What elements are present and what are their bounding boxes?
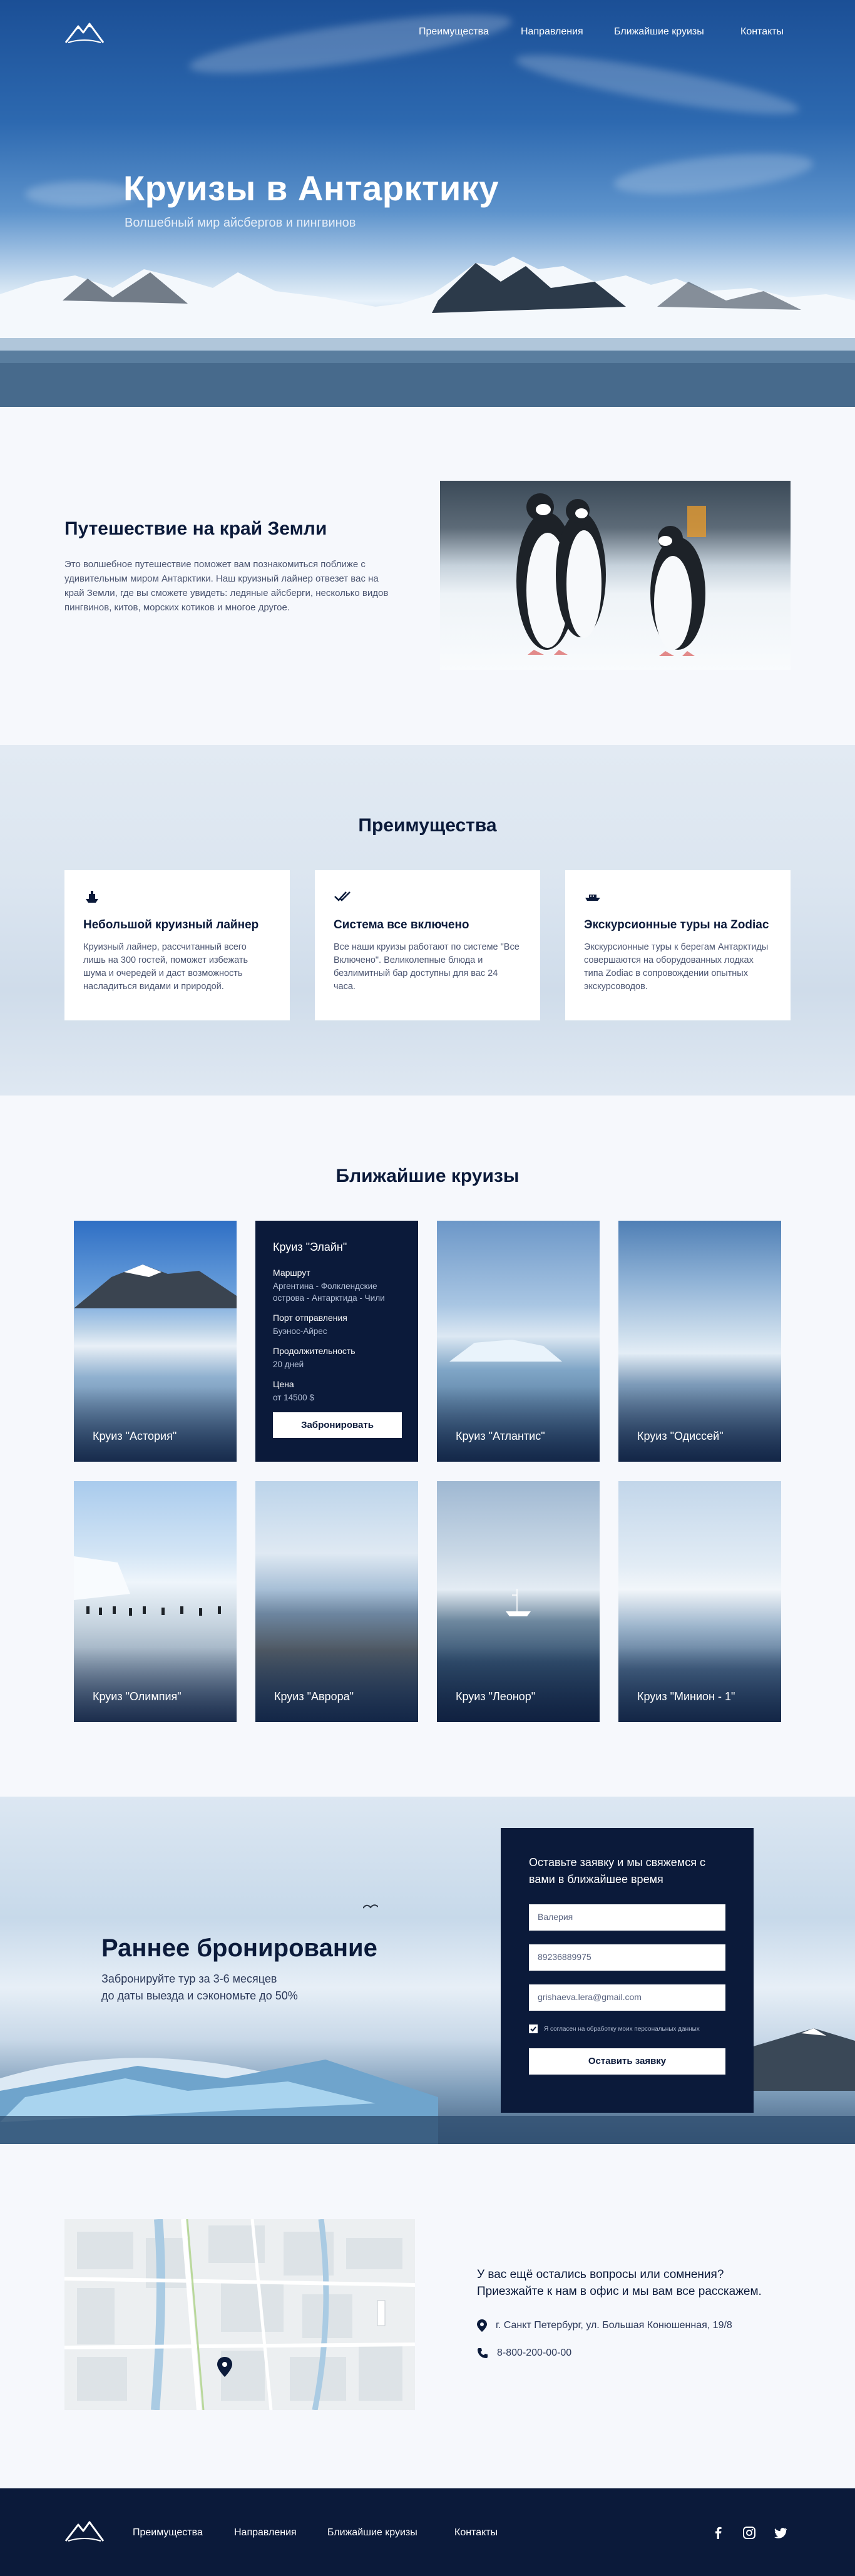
- cruise-tile-name: Круиз "Леонор": [456, 1690, 536, 1703]
- cruise-tile-name: Круиз "Одиссей": [637, 1430, 724, 1442]
- address-text: г. Санкт Петербург, ул. Большая Конюшенн…: [496, 2320, 732, 2331]
- advantage-card: Экскурсионные туры на Zodiac Экскурсионн…: [565, 870, 791, 1020]
- book-button[interactable]: Забронировать: [273, 1412, 402, 1438]
- cruise-tile[interactable]: Круиз "Одиссей": [618, 1221, 781, 1462]
- facebook-icon[interactable]: [712, 2526, 725, 2540]
- advantage-card-text: Круизный лайнер, рассчитанный всего лишь…: [83, 942, 248, 992]
- advantage-card-text: Экскурсионные туры к берегам Антарктиды …: [584, 942, 769, 992]
- cruise-tile[interactable]: Круиз "Атлантис": [437, 1221, 600, 1462]
- advantage-card: Система все включено Все наши круизы раб…: [315, 870, 540, 1020]
- submit-button[interactable]: Оставить заявку: [529, 2048, 725, 2075]
- nav-advantages[interactable]: Преимущества: [419, 26, 489, 38]
- phone-icon: [478, 2348, 488, 2358]
- consent-label: Я согласен на обработку моих персональны…: [544, 2025, 700, 2033]
- name-field[interactable]: Валерия: [529, 1904, 725, 1931]
- advantage-card-title: Экскурсионные туры на Zodiac: [584, 918, 769, 931]
- location-pin-icon: [477, 2319, 487, 2332]
- intro-text: Это волшебное путешествие поможет вам по…: [64, 559, 389, 613]
- logo-icon[interactable]: [64, 20, 105, 45]
- route-label: Маршрут: [273, 1268, 310, 1278]
- instagram-icon[interactable]: [742, 2526, 756, 2540]
- cruise-tile[interactable]: Круиз "Олимпия": [74, 1481, 237, 1722]
- consent-checkbox[interactable]: [529, 2024, 538, 2033]
- advantage-card-title: Небольшой круизный лайнер: [83, 918, 259, 931]
- email-field[interactable]: grishaeva.lera@gmail.com: [529, 1984, 725, 2011]
- ship-icon: [86, 891, 98, 903]
- nav-upcoming-cruises[interactable]: Ближайшие круизы: [614, 26, 704, 38]
- address-row: г. Санкт Петербург, ул. Большая Конюшенн…: [477, 2319, 732, 2332]
- phone-row[interactable]: 8-800-200-00-00: [477, 2348, 571, 2359]
- contact-question: У вас ещё остались вопросы или сомнения?…: [477, 2268, 762, 2298]
- bird-icon: [363, 1904, 378, 1909]
- map[interactable]: [64, 2219, 415, 2410]
- check-icon: [530, 2026, 536, 2032]
- intro-title: Путешествие на край Земли: [64, 518, 327, 539]
- double-check-icon: [334, 891, 351, 901]
- advantages-title: Преимущества: [358, 815, 497, 836]
- phone-field[interactable]: 89236889975: [529, 1944, 725, 1971]
- price-value: от 14500 $: [273, 1393, 314, 1402]
- cruise-tile-name: Круиз "Аврора": [274, 1690, 354, 1703]
- hero-subtitle: Волшебный мир айсбергов и пингвинов: [125, 216, 356, 230]
- early-booking-title: Раннее бронирование: [101, 1934, 377, 1962]
- nav-directions[interactable]: Направления: [521, 26, 583, 38]
- boat-icon: [585, 895, 600, 901]
- footer-nav-contacts[interactable]: Контакты: [454, 2527, 498, 2538]
- port-value: Буэнос-Айрес: [273, 1326, 327, 1336]
- cruise-tile[interactable]: Круиз "Астория": [74, 1221, 237, 1462]
- advantage-card-title: Система все включено: [334, 918, 469, 931]
- cruises-title: Ближайшие круизы: [335, 1166, 520, 1186]
- cruise-tile-name: Круиз "Астория": [93, 1430, 177, 1442]
- early-booking-subtitle: Забронируйте тур за 3-6 месяцев до даты …: [101, 1973, 298, 2002]
- hero-title: Круизы в Антарктику: [123, 168, 499, 208]
- cruise-tile[interactable]: Круиз "Минион - 1": [618, 1481, 781, 1722]
- price-label: Цена: [273, 1379, 294, 1389]
- footer-logo-icon[interactable]: [64, 2518, 105, 2543]
- footer: Преимущества Направления Ближайшие круиз…: [0, 2488, 855, 2576]
- cruise-tile-name: Круиз "Олимпия": [93, 1690, 182, 1703]
- port-label: Порт отправления: [273, 1313, 347, 1323]
- cruise-tile[interactable]: Круиз "Леонор": [437, 1481, 600, 1722]
- request-form: Оставьте заявку и мы свяжемся с вами в б…: [501, 1828, 754, 2113]
- form-title: Оставьте заявку и мы свяжемся с вами в б…: [529, 1856, 705, 1886]
- penguins-image: [440, 481, 791, 670]
- cruise-tile-name: Круиз "Минион - 1": [637, 1690, 735, 1703]
- nav-contacts[interactable]: Контакты: [740, 26, 784, 38]
- consent-checkbox-row[interactable]: Я согласен на обработку моих персональны…: [529, 2024, 725, 2033]
- advantage-card: Небольшой круизный лайнер Круизный лайне…: [64, 870, 290, 1020]
- mountains-image: [0, 257, 855, 407]
- route-value: Аргентина - Фолклендские острова - Антар…: [273, 1281, 385, 1303]
- twitter-icon[interactable]: [774, 2526, 787, 2540]
- featured-cruise-title: Круиз "Элайн": [273, 1241, 347, 1253]
- footer-nav-advantages[interactable]: Преимущества: [133, 2527, 203, 2538]
- cruise-tile[interactable]: Круиз "Аврора": [255, 1481, 418, 1722]
- cruise-tile-name: Круиз "Атлантис": [456, 1430, 545, 1442]
- duration-label: Продолжительность: [273, 1346, 356, 1356]
- footer-nav-upcoming-cruises[interactable]: Ближайшие круизы: [327, 2527, 417, 2538]
- advantage-card-text: Все наши круизы работают по системе "Все…: [334, 942, 520, 992]
- duration-value: 20 дней: [273, 1360, 304, 1369]
- footer-nav-directions[interactable]: Направления: [234, 2527, 297, 2538]
- phone-text[interactable]: 8-800-200-00-00: [497, 2348, 571, 2359]
- cruise-featured-card: Круиз "Элайн" Маршрут Аргентина - Фолкле…: [255, 1221, 418, 1462]
- hero-section: Преимущества Направления Ближайшие круиз…: [0, 0, 855, 407]
